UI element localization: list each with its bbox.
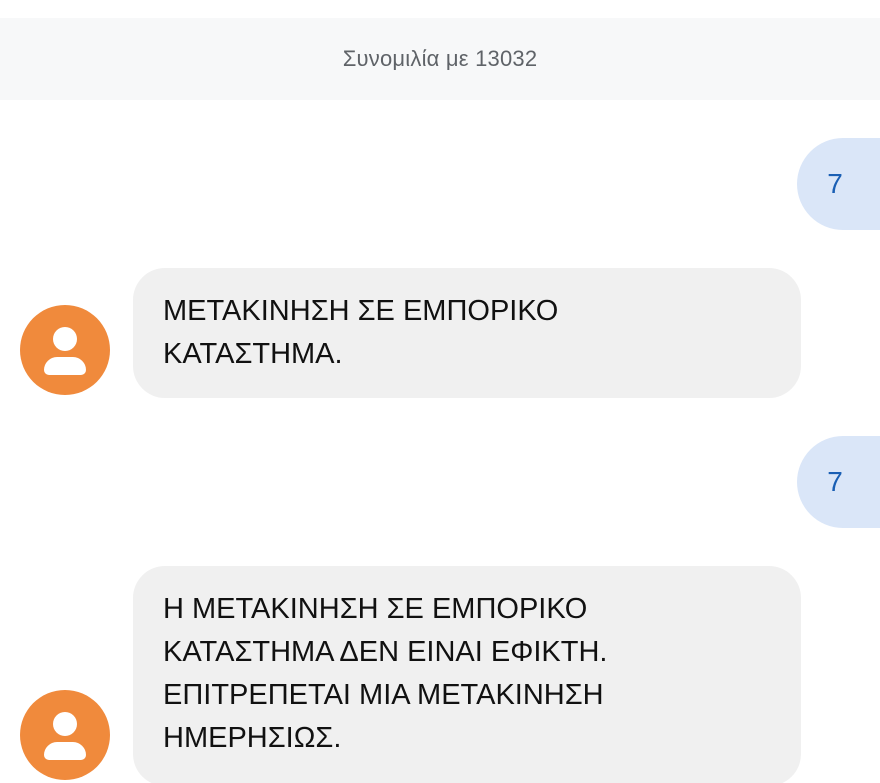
outgoing-message-bubble[interactable]: 7 <box>797 138 880 230</box>
conversation-title: Συνομιλία με 13032 <box>342 46 538 71</box>
outgoing-message-text: 7 <box>827 168 843 199</box>
avatar-body <box>44 357 86 375</box>
sender-avatar-icon[interactable] <box>20 305 110 395</box>
avatar-head <box>53 712 77 736</box>
avatar-body <box>44 742 86 760</box>
incoming-message-bubble[interactable]: ΜΕΤΑΚΙΝΗΣΗ ΣΕ ΕΜΠΟΡΙΚΟ ΚΑΤΑΣΤΗΜΑ. <box>133 268 801 398</box>
conversation-header: Συνομιλία με 13032 <box>0 18 880 100</box>
incoming-message-bubble[interactable]: Η ΜΕΤΑΚΙΝΗΣΗ ΣΕ ΕΜΠΟΡΙΚΟ ΚΑΤΑΣΤΗΜΑ ΔΕΝ Ε… <box>133 566 801 783</box>
outgoing-message-bubble[interactable]: 7 <box>797 436 880 528</box>
outgoing-message-text: 7 <box>827 466 843 497</box>
avatar-head <box>53 327 77 351</box>
conversation-screen: Συνομιλία με 13032 7 ΜΕΤΑΚΙΝΗΣΗ ΣΕ ΕΜΠΟΡ… <box>0 0 880 783</box>
sender-avatar-icon[interactable] <box>20 690 110 780</box>
